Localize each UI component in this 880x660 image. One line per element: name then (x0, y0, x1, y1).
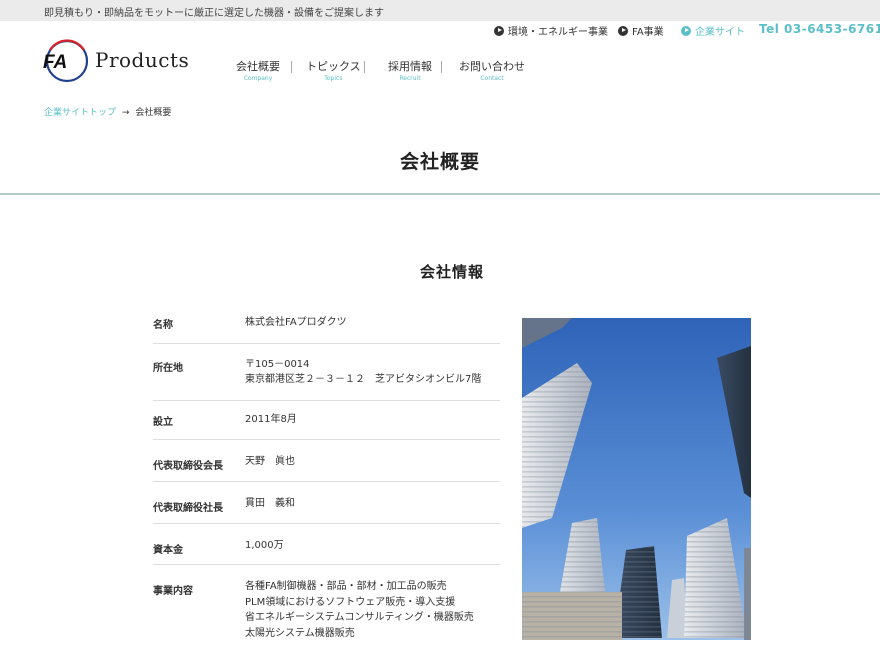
info-label: 資本金 (153, 545, 183, 556)
info-label: 設立 (153, 417, 173, 428)
page-title: 会社概要 (399, 151, 480, 173)
main-nav: 会社概要 Company トピックス Topics 採用情報 Recruit お… (0, 58, 880, 84)
nav-label: 採用情報 (388, 60, 432, 73)
breadcrumb: 企業サイトトップ → 会社概要 (44, 105, 171, 118)
nav-sublabel: Topics (324, 75, 343, 82)
util-link-label: FA事業 (632, 27, 664, 38)
info-value: 各種FA制御機器・部品・部材・加工品の販売 PLM領域におけるソフトウェア販売・… (245, 579, 474, 641)
nav-item-contact[interactable]: お問い合わせ Contact (459, 58, 525, 82)
phone-number[interactable]: Tel 03-6453-6761 (759, 22, 880, 36)
info-row-chairman: 代表取締役会長 天野 眞也 (153, 440, 500, 482)
nav-label: お問い合わせ (459, 60, 525, 73)
info-value: 〒105－0014 東京都港区芝２－３－１２ 芝アビタシオンビル7階 (245, 357, 481, 387)
breadcrumb-separator: → (121, 108, 130, 118)
info-row-name: 名称 株式会社FAプロダクツ (153, 302, 500, 344)
info-label: 事業内容 (153, 586, 193, 597)
info-label: 代表取締役会長 (153, 461, 223, 472)
company-info-table: 名称 株式会社FAプロダクツ 所在地 〒105－0014 東京都港区芝２－３－１… (153, 302, 500, 649)
circle-arrow-icon (494, 25, 504, 36)
nav-divider (441, 61, 442, 73)
nav-sublabel: Recruit (399, 75, 421, 82)
info-value-line: 省エネルギーシステムコンサルティング・機器販売 (245, 612, 474, 623)
util-link-label: 企業サイト (695, 27, 745, 38)
info-value: 2011年8月 (245, 412, 297, 427)
circle-arrow-icon (618, 25, 628, 36)
info-value-line: 東京都港区芝２－３－１２ 芝アビタシオンビル7階 (245, 374, 482, 385)
nav-item-company[interactable]: 会社概要 Company (236, 58, 280, 82)
nav-sublabel: Contact (480, 75, 504, 82)
skyscrapers-illustration (522, 318, 751, 640)
info-row-address: 所在地 〒105－0014 東京都港区芝２－３－１２ 芝アビタシオンビル7階 (153, 344, 500, 401)
breadcrumb-home-link[interactable]: 企業サイトトップ (44, 108, 116, 118)
info-row-established: 設立 2011年8月 (153, 401, 500, 440)
util-link-fa[interactable]: FA事業 (618, 23, 664, 38)
info-value-line: 太陽光システム機器販売 (245, 627, 355, 639)
skyscrapers-photo (522, 318, 751, 640)
info-row-capital: 資本金 1,000万 (153, 524, 500, 565)
info-row-president: 代表取締役社長 貫田 義和 (153, 482, 500, 524)
info-value-line: 1,000万 (245, 540, 284, 551)
utility-nav: 環境・エネルギー事業 FA事業 企業サイト (0, 23, 880, 39)
info-value-line: 株式会社FAプロダクツ (245, 317, 347, 328)
info-row-business: 事業内容 各種FA制御機器・部品・部材・加工品の販売 PLM領域におけるソフトウ… (153, 565, 500, 649)
section-title: 会社情報 (419, 263, 484, 281)
info-value-line: 〒105－0014 (245, 359, 310, 370)
breadcrumb-current: 会社概要 (135, 108, 172, 118)
nav-item-topics[interactable]: トピックス Topics (306, 58, 361, 82)
info-value-line: 天野 眞也 (245, 456, 295, 467)
nav-label: トピックス (306, 60, 361, 73)
info-value: 貫田 義和 (245, 496, 295, 511)
circle-arrow-icon (681, 25, 691, 36)
info-value-line: 貫田 義和 (245, 498, 295, 509)
info-value-line: 2011年8月 (245, 414, 297, 425)
info-value: 株式会社FAプロダクツ (245, 315, 347, 330)
info-value: 天野 眞也 (245, 454, 295, 469)
util-link-corporate[interactable]: 企業サイト (681, 23, 745, 38)
top-bar: 即見積もり・即納品をモットーに厳正に選定した機器・設備をご提案します (0, 0, 880, 21)
title-divider (0, 193, 880, 195)
util-link-energy[interactable]: 環境・エネルギー事業 (494, 23, 608, 38)
tagline: 即見積もり・即納品をモットーに厳正に選定した機器・設備をご提案します (44, 8, 384, 19)
info-label: 名称 (153, 320, 173, 331)
nav-divider (291, 61, 292, 73)
info-value: 1,000万 (245, 538, 284, 553)
info-value-line: 各種FA制御機器・部品・部材・加工品の販売 (245, 581, 447, 592)
nav-divider (364, 61, 365, 73)
info-label: 所在地 (153, 363, 183, 374)
info-label: 代表取締役社長 (153, 503, 223, 514)
nav-sublabel: Company (243, 75, 273, 82)
nav-item-recruit[interactable]: 採用情報 Recruit (388, 58, 432, 82)
util-link-label: 環境・エネルギー事業 (508, 27, 608, 38)
info-value-line: PLM領域におけるソフトウェア販売・導入支援 (245, 596, 456, 608)
nav-label: 会社概要 (236, 60, 280, 73)
